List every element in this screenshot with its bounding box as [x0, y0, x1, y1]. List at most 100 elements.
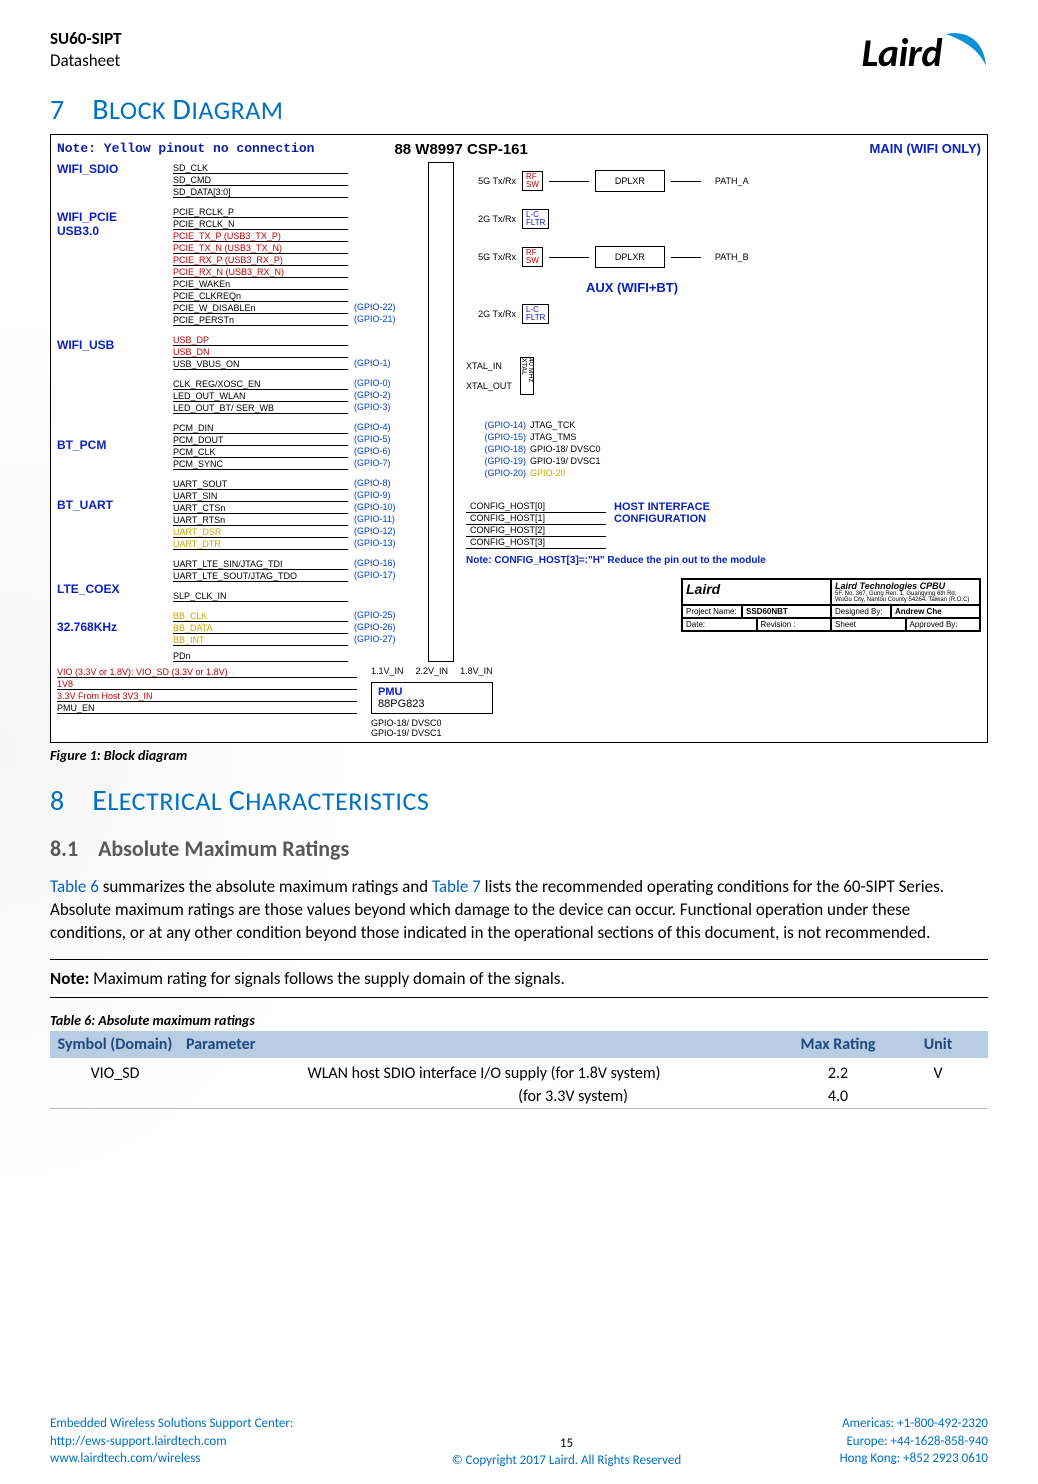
pin-row: SD_DATA[3:0]: [173, 186, 348, 198]
path-a-label: PATH_A: [715, 176, 749, 186]
rf-sw-box-b: RF SW: [522, 247, 543, 267]
th-parameter: Parameter: [180, 1031, 788, 1058]
section-8-number: 8: [50, 783, 64, 818]
group-bt-pcm: BT_PCM: [57, 438, 167, 490]
pin-row: PCIE_RX_P (USB3_RX_P): [173, 254, 348, 266]
aux-wifi-bt-label: AUX (WIFI+BT): [586, 280, 981, 295]
gpio-annotation: (GPIO-13): [354, 538, 422, 550]
figure-1-caption: Figure 1: Block diagram: [50, 747, 988, 764]
gpio-annotation: (GPIO-4): [354, 422, 422, 434]
diagram-top-row: Note: Yellow pinout no connection 88 W89…: [57, 141, 981, 158]
gpio-annotation: (GPIO-27): [354, 634, 422, 646]
pin-row: PCM_DOUT: [173, 434, 348, 446]
rf-row-5g-b: 5G Tx/Rx RF SW DPLXR PATH_B: [466, 238, 981, 276]
td-param: (for 3.3V system): [180, 1085, 788, 1109]
pin-row: PCIE_W_DISABLEn: [173, 302, 348, 314]
section-8-heading: 8 ELECTRICAL CHARACTERISTICS: [50, 782, 988, 819]
table-6-link[interactable]: Table 6: [50, 876, 99, 897]
gpio-annotation: (GPIO-9): [354, 490, 422, 502]
pmu-pin-row: PMU_EN: [57, 702, 357, 714]
config-host-row: CONFIG_HOST[1]: [466, 513, 606, 525]
pin-row: SLP_CLK_IN: [173, 590, 348, 602]
host-interface-config-label: HOST INTERFACE CONFIGURATION: [614, 501, 710, 525]
gpio-annotation: (GPIO-22): [354, 302, 422, 314]
jtag-row: (GPIO-18)GPIO-18/ DVSC0: [466, 443, 981, 455]
table-6-caption: Table 6: Absolute maximum ratings: [50, 1012, 988, 1029]
table-6-head: Symbol (Domain) Parameter Max Rating Uni…: [50, 1031, 988, 1058]
pin-row: CLK_REG/XOSC_EN: [173, 378, 348, 390]
lc-fltr-box-b: L-C FLTR: [522, 304, 549, 324]
pin-row: PCIE_TX_P (USB3_TX_P): [173, 230, 348, 242]
pin-row: PCIE_TX_N (USB3_TX_N): [173, 242, 348, 254]
gpio-annotation: (GPIO-5): [354, 434, 422, 446]
pin-row: BB_DATA: [173, 622, 348, 634]
pmu-area: VIO (3.3V or 1.8V): VIO_SD (3.3V or 1.8V…: [57, 666, 981, 738]
jtag-row: (GPIO-19)GPIO-19/ DVSC1: [466, 455, 981, 467]
jtag-row: (GPIO-20)GPIO-20: [466, 467, 981, 479]
group-bt-uart: BT_UART: [57, 498, 167, 574]
pin-row: PCM_DIN: [173, 422, 348, 434]
td-symbol: VIO_SD: [50, 1058, 180, 1085]
pin-row: PCIE_RCLK_P: [173, 206, 348, 218]
abs-max-paragraph: Table 6 summarizes the absolute maximum …: [50, 876, 988, 945]
pin-row: BB_CLK: [173, 610, 348, 622]
gpio-annotation: (GPIO-11): [354, 514, 422, 526]
td-max: 2.2: [788, 1058, 888, 1085]
th-max-rating: Max Rating: [788, 1031, 888, 1058]
jtag-row: (GPIO-15)JTAG_TMS: [466, 431, 981, 443]
gpio-annotation: (GPIO-2): [354, 390, 422, 402]
brand-swoosh-icon: [944, 30, 988, 75]
note-text: Maximum rating for signals follows the s…: [89, 968, 564, 989]
drawing-title-block: Laird Laird Technologies CPBU 5F, No. 36…: [681, 578, 981, 632]
jtag-row: (GPIO-14)JTAG_TCK: [466, 419, 981, 431]
doc-subtitle: Datasheet: [50, 50, 122, 72]
config-host-row: CONFIG_HOST[3]: [466, 537, 606, 549]
table-6: Symbol (Domain) Parameter Max Rating Uni…: [50, 1031, 988, 1109]
table-row: VIO_SD WLAN host SDIO interface I/O supp…: [50, 1058, 988, 1085]
doc-model: SU60-SIPT: [50, 28, 122, 50]
pin-row: PCIE_PERSTn: [173, 314, 348, 326]
th-unit: Unit: [888, 1031, 988, 1058]
diagram-left-groups: WIFI_SDIO WIFI_PCIE USB3.0 WIFI_USB BT_P…: [57, 162, 167, 662]
gpio-annotation: (GPIO-12): [354, 526, 422, 538]
pmu-pin-row: 1V8: [57, 678, 357, 690]
group-spacer: [57, 390, 167, 430]
td-symbol: [50, 1085, 180, 1109]
page-content: SU60-SIPT Datasheet Laird 7 BLOCK DIAGRA…: [50, 28, 988, 1109]
pin-row: PCM_SYNC: [173, 458, 348, 470]
pmu-voltage-labels: 1.1V_IN 2.2V_IN 1.8V_IN: [371, 666, 493, 676]
footer-wireless-url[interactable]: www.lairdtech.com/wireless: [50, 1450, 293, 1468]
diagram-note-yellow: Note: Yellow pinout no connection: [57, 141, 314, 156]
td-param: WLAN host SDIO interface I/O supply (for…: [180, 1058, 788, 1085]
block-diagram: Note: Yellow pinout no connection 88 W89…: [50, 134, 988, 743]
pmu-box: PMU 88PG823: [371, 682, 493, 714]
pin-row: PCIE_RCLK_N: [173, 218, 348, 230]
section-8-1-number: 8.1: [50, 835, 78, 862]
pin-row: UART_DTR: [173, 538, 348, 550]
group-lte-coex: LTE_COEX: [57, 582, 167, 612]
diagram-body: WIFI_SDIO WIFI_PCIE USB3.0 WIFI_USB BT_P…: [57, 162, 981, 662]
gpio-annotation: (GPIO-21): [354, 314, 422, 326]
diagram-right-side: 5G Tx/Rx RF SW DPLXR PATH_A 2G Tx/Rx L-C…: [460, 162, 981, 662]
footer-phone-europe: Europe: +44-1628-858-940: [840, 1433, 988, 1451]
pin-row: USB_DN: [173, 346, 348, 358]
pin-row: PDn: [173, 650, 348, 662]
chip-title: 88 W8997 CSP-161: [394, 141, 527, 158]
gpio-annotation: (GPIO-25): [354, 610, 422, 622]
page-header: SU60-SIPT Datasheet Laird: [50, 28, 988, 77]
section-7-title: BLOCK DIAGRAM: [92, 91, 283, 128]
pin-row: LED_OUT_BT/ SER_WB: [173, 402, 348, 414]
pmu-pin-row: VIO (3.3V or 1.8V): VIO_SD (3.3V or 1.8V…: [57, 666, 357, 678]
pin-row: USB_DP: [173, 334, 348, 346]
gpio-annotation: (GPIO-16): [354, 558, 422, 570]
rf-row-2g-a: 2G Tx/Rx L-C FLTR: [466, 200, 981, 238]
section-7-heading: 7 BLOCK DIAGRAM: [50, 91, 988, 128]
pin-row: SD_CMD: [173, 174, 348, 186]
tb-brand: Laird: [682, 579, 831, 605]
footer-center: 15 © Copyright 2017 Laird. All Rights Re…: [293, 1436, 839, 1468]
table-7-link[interactable]: Table 7: [432, 876, 481, 897]
footer-support-url[interactable]: http://ews-support.lairdtech.com: [50, 1433, 293, 1451]
config-host-lines: CONFIG_HOST[0]CONFIG_HOST[1] CONFIG_HOST[…: [466, 501, 606, 549]
jtag-gpio-block: (GPIO-14)JTAG_TCK(GPIO-15)JTAG_TMS(GPIO-…: [466, 419, 981, 479]
config-host-row: CONFIG_HOST[0]: [466, 501, 606, 513]
